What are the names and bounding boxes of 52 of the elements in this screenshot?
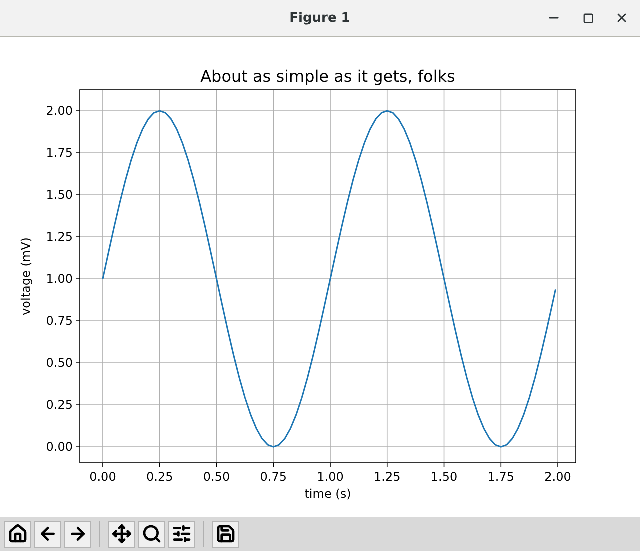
tick-mark xyxy=(216,462,218,468)
save-button[interactable] xyxy=(212,520,239,548)
x-tick-label: 0.25 xyxy=(146,470,174,484)
home-icon xyxy=(8,524,28,544)
tick-mark xyxy=(159,462,160,468)
zoom-button[interactable] xyxy=(138,520,165,548)
y-tick-label: 1.50 xyxy=(46,188,73,202)
tick-mark xyxy=(76,362,80,364)
x-tick-label: 1.00 xyxy=(317,470,344,484)
tick-mark xyxy=(76,152,80,154)
tick-mark xyxy=(76,110,80,112)
sliders-icon xyxy=(172,524,192,544)
tick-mark xyxy=(76,194,80,196)
y-axis-label: voltage (mV) xyxy=(19,238,33,316)
home-button[interactable] xyxy=(4,520,31,548)
tick-mark xyxy=(273,462,274,468)
x-tick-label: 0.50 xyxy=(203,470,230,484)
y-tick-label: 0.25 xyxy=(46,398,73,412)
x-tick-label: 1.75 xyxy=(488,470,514,484)
x-tick-label: 2.00 xyxy=(544,470,572,484)
y-tick-label: 0.75 xyxy=(46,314,73,328)
tick-mark xyxy=(386,462,388,468)
tick-mark xyxy=(444,462,445,468)
tick-mark xyxy=(500,462,502,468)
forward-button[interactable] xyxy=(64,520,91,548)
pan-button[interactable] xyxy=(108,520,135,548)
window-title: Figure 1 xyxy=(290,10,350,26)
tick-mark xyxy=(76,236,80,238)
tick-mark xyxy=(76,320,80,322)
x-tick-label: 1.25 xyxy=(374,470,401,484)
magnifier-icon xyxy=(142,524,162,544)
y-tick-label: 1.00 xyxy=(46,272,73,286)
tick-mark xyxy=(76,278,80,280)
x-tick-label: 0.00 xyxy=(90,470,116,484)
tick-mark xyxy=(330,462,331,468)
x-tick-label: 1.50 xyxy=(430,470,458,484)
move-arrows-icon xyxy=(112,524,132,544)
close-icon xyxy=(615,11,629,25)
y-tick-label: 0.00 xyxy=(46,440,73,454)
tick-mark xyxy=(76,446,80,448)
y-tick-label: 1.25 xyxy=(46,230,73,244)
y-tick-label: 2.00 xyxy=(46,104,73,118)
maximize-icon xyxy=(582,12,594,24)
tick-mark xyxy=(76,404,80,406)
chart-title: About as simple as it gets, folks xyxy=(200,67,456,86)
y-tick-label: 1.75 xyxy=(46,146,73,160)
x-axis-label: time (s) xyxy=(304,487,352,501)
configure-button[interactable] xyxy=(168,520,195,548)
x-tick-label: 0.75 xyxy=(260,470,287,484)
tick-mark xyxy=(102,462,104,468)
y-tick-label: 0.50 xyxy=(46,356,73,370)
back-button[interactable] xyxy=(34,520,61,548)
